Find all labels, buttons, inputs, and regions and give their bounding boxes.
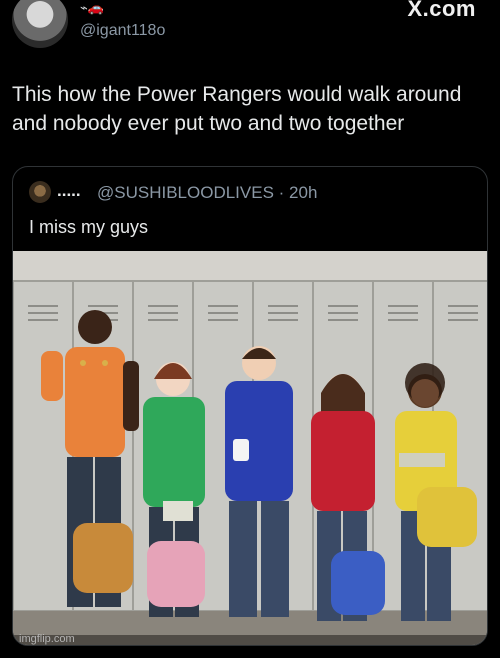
quoted-photo[interactable]: imgflip.com [13, 251, 487, 645]
quote-handle-time[interactable]: @SUSHIBLOODLIVES · 20h [97, 183, 317, 203]
user-handle[interactable]: @igant118o [80, 22, 165, 40]
display-name[interactable]: ⌁🚗 [80, 0, 104, 16]
quoted-tweet[interactable]: ..... @SUSHIBLOODLIVES · 20h I miss my g… [12, 166, 488, 646]
quote-display-name[interactable]: ..... [57, 181, 81, 201]
avatar[interactable] [12, 0, 68, 48]
quote-avatar[interactable] [29, 181, 51, 203]
photo-illustration [13, 251, 487, 645]
tweet-text: This how the Power Rangers would walk ar… [12, 83, 462, 135]
tweet-header: ⌁🚗 @igant118o X.com [0, 0, 500, 50]
x-logo-icon: X.com [407, 0, 476, 21]
quote-text: I miss my guys [29, 217, 149, 237]
watermark: imgflip.com [19, 633, 75, 645]
green-ranger [143, 362, 205, 617]
